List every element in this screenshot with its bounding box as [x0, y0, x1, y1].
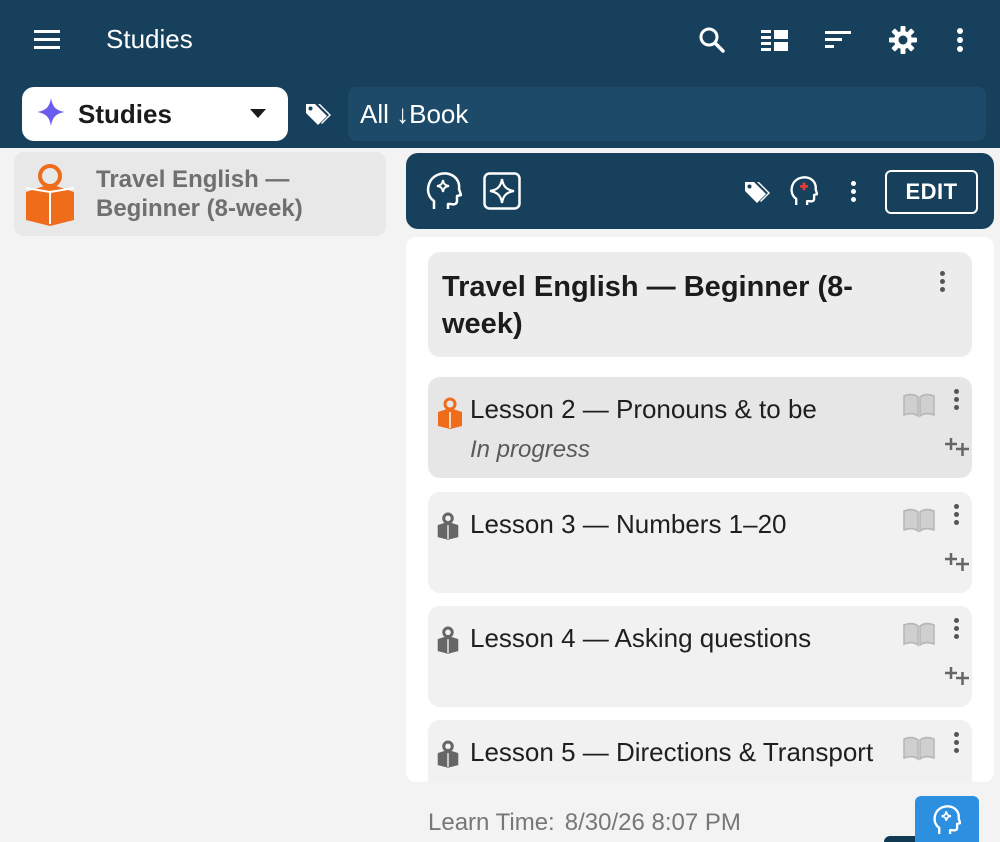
lesson-item[interactable]: Lesson 2 — Pronouns & to be In progress: [428, 377, 972, 478]
book-title-card: Travel English — Beginner (8-week): [428, 252, 972, 357]
lesson-item[interactable]: Lesson 4 — Asking questions: [428, 606, 972, 707]
tags-icon[interactable]: [298, 96, 338, 132]
view-list-icon[interactable]: [754, 20, 798, 60]
learn-fab-button[interactable]: [915, 796, 979, 842]
lesson-book-icon: [436, 397, 464, 434]
dropdown-label: Studies: [78, 98, 172, 129]
learn-time-label: Learn Time:: [428, 809, 555, 836]
add-icon[interactable]: [944, 666, 970, 691]
lesson-title: Lesson 5 — Directions & Transport: [470, 737, 874, 767]
gear-icon[interactable]: [881, 20, 925, 60]
more-vert-icon[interactable]: [932, 268, 952, 294]
more-vert-icon[interactable]: [946, 501, 966, 527]
more-vert-icon[interactable]: [843, 178, 863, 204]
study-book-icon: [22, 162, 78, 231]
study-type-dropdown[interactable]: Studies: [22, 87, 288, 141]
app-bar: Studies Studies All ↓Book: [0, 0, 1000, 148]
edit-button[interactable]: EDIT: [885, 170, 978, 214]
learn-time-value: 8/30/26 8:07 PM: [564, 809, 741, 836]
lesson-item[interactable]: Lesson 5 — Directions & Transport: [428, 720, 972, 782]
search-icon[interactable]: [690, 20, 734, 60]
lesson-book-icon: [436, 740, 460, 773]
open-book-icon[interactable]: [902, 392, 936, 423]
review-head-icon[interactable]: [788, 173, 820, 209]
lesson-title: Lesson 4 — Asking questions: [470, 623, 812, 653]
lesson-status: In progress: [470, 436, 591, 463]
more-vert-icon[interactable]: [946, 386, 966, 412]
learn-head-icon: [933, 804, 962, 841]
open-book-icon[interactable]: [902, 621, 936, 652]
open-book-icon[interactable]: [902, 507, 936, 538]
add-icon[interactable]: [944, 552, 970, 577]
open-book-icon[interactable]: [902, 735, 936, 766]
lesson-book-icon: [436, 626, 460, 659]
filter-field[interactable]: All ↓Book: [348, 87, 986, 141]
learn-head-icon[interactable]: [424, 170, 464, 212]
book-title: Travel English — Beginner (8-week): [442, 271, 853, 340]
detail-toolbar: EDIT: [406, 153, 994, 229]
sparkle-box-icon[interactable]: [482, 171, 522, 211]
chevron-down-icon: [250, 109, 266, 118]
more-vert-icon[interactable]: [946, 729, 966, 755]
add-icon[interactable]: [944, 437, 970, 462]
study-title: Travel English — Beginner (8-week): [96, 166, 303, 222]
tags-icon[interactable]: [740, 177, 774, 207]
learn-time: Learn Time: 8/30/26 8:07 PM: [428, 809, 741, 837]
app-title: Studies: [106, 24, 193, 54]
lesson-item[interactable]: Lesson 3 — Numbers 1–20: [428, 492, 972, 593]
lesson-title: Lesson 3 — Numbers 1–20: [470, 509, 787, 539]
lesson-book-icon: [436, 512, 460, 545]
more-vert-icon[interactable]: [946, 615, 966, 641]
lesson-title: Lesson 2 — Pronouns & to be: [470, 394, 817, 424]
hamburger-menu-icon[interactable]: [28, 22, 68, 58]
detail-panel: Travel English — Beginner (8-week) Lesso…: [406, 237, 994, 782]
study-list-item[interactable]: Travel English — Beginner (8-week): [14, 152, 386, 236]
more-vert-icon[interactable]: [938, 20, 982, 60]
sparkle-icon: [36, 97, 66, 132]
sort-icon[interactable]: [817, 20, 861, 60]
